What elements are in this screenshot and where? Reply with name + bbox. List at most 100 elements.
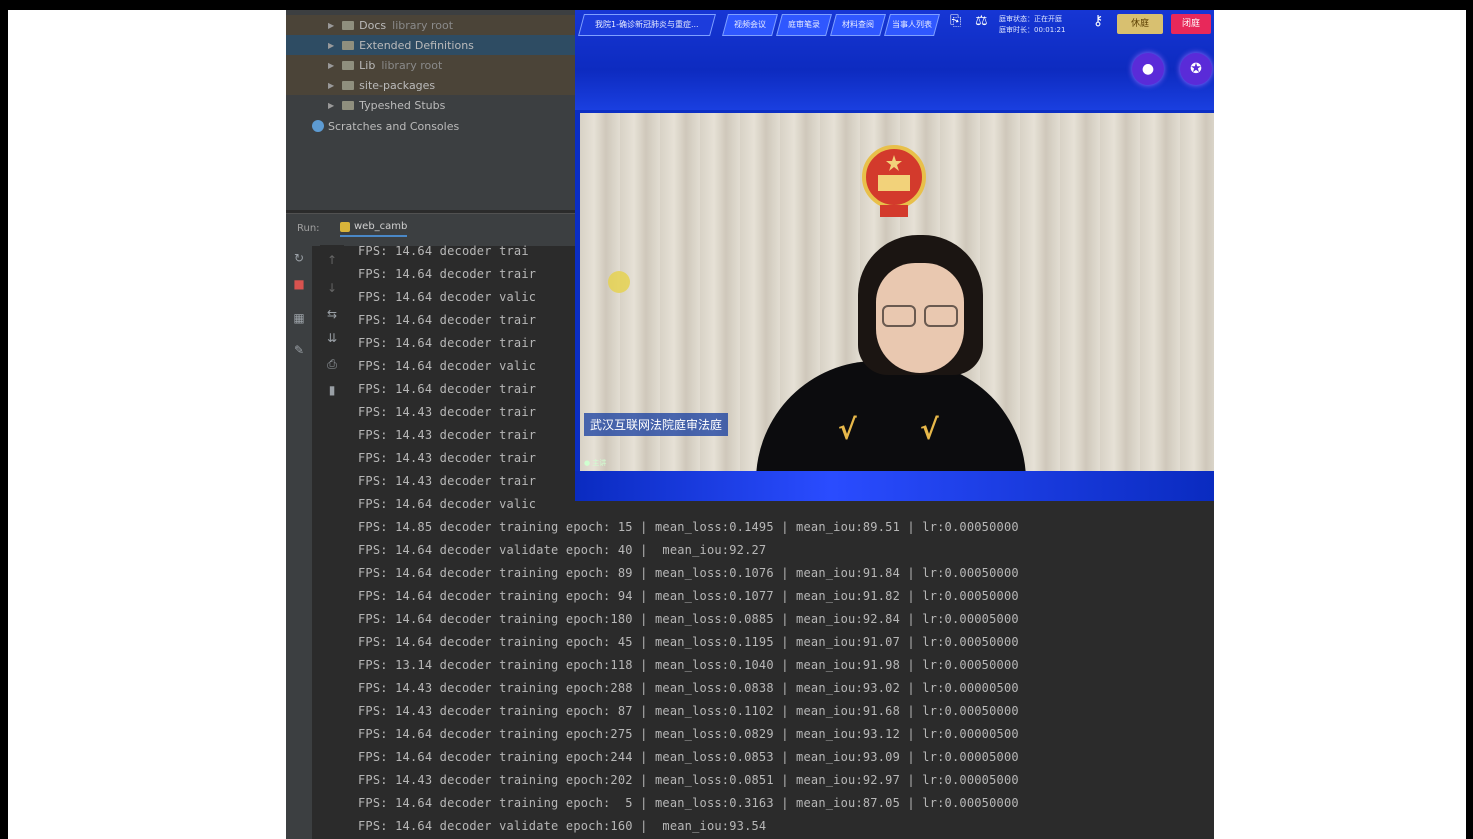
recess-button[interactable]: 休庭 — [1117, 14, 1163, 34]
case-title-button[interactable]: 我院1-确诊新冠肺炎与重症... — [578, 14, 716, 36]
sticker-icon — [608, 271, 630, 293]
console-line: FPS: 13.14 decoder training epoch:118 | … — [358, 658, 1019, 672]
python-file-icon — [340, 221, 350, 232]
glasses-left — [882, 305, 916, 327]
stop-icon[interactable]: ■ — [291, 277, 307, 291]
expand-arrow-icon[interactable]: ▶ — [328, 61, 334, 70]
video-status: ● 主讲 — [584, 459, 607, 467]
expand-arrow-icon[interactable]: ▶ — [328, 101, 334, 110]
console-line: FPS: 14.64 decoder valic — [358, 497, 537, 511]
tree-item-sublabel: library root — [381, 58, 443, 72]
project-tree: ▶ Docs library root ▶ Extended Definitio… — [286, 10, 576, 210]
tree-item-site-packages[interactable]: ▶ site-packages — [286, 75, 576, 95]
rerun-icon[interactable]: ↻ — [291, 251, 307, 265]
toolbar-button-2[interactable]: 庭审笔录 — [776, 14, 832, 36]
console-line: FPS: 14.64 decoder training epoch:244 | … — [358, 750, 1019, 764]
console-line: FPS: 14.64 decoder trai — [358, 244, 529, 258]
judge-video-feed: √ √ 武汉互联网法院庭审法庭 ● 主讲 — [580, 113, 1214, 471]
glasses-right — [924, 305, 958, 327]
collar-ornament-right: √ — [920, 413, 939, 446]
toolbar-button-label: 庭审笔录 — [788, 20, 820, 29]
tree-item-label: Lib — [359, 58, 376, 72]
console-line: FPS: 14.64 decoder training epoch: 89 | … — [358, 566, 1019, 580]
gavel-icon[interactable]: ⚖ — [975, 13, 988, 29]
run-tab[interactable]: web_camb — [340, 221, 408, 237]
badge-icon[interactable]: ✪ — [1180, 53, 1212, 85]
scroll-to-end-icon[interactable]: ⇊ — [324, 331, 340, 345]
meeting-bottom-bar — [575, 471, 1214, 501]
exit-icon[interactable]: ⎘ — [950, 13, 961, 29]
tree-item-label: Extended Definitions — [359, 38, 474, 52]
tree-item-typeshed-stubs[interactable]: ▶ Typeshed Stubs — [286, 95, 576, 115]
console-line: FPS: 14.64 decoder training epoch:180 | … — [358, 612, 1019, 626]
folder-icon — [342, 80, 355, 90]
console-line: FPS: 14.64 decoder trair — [358, 382, 537, 396]
key-icon[interactable]: ⚷ — [1093, 13, 1103, 29]
trash-icon[interactable]: ▮ — [324, 383, 340, 397]
console-line: FPS: 14.43 decoder training epoch:288 | … — [358, 681, 1019, 695]
console-line: FPS: 14.64 decoder validate epoch:160 | … — [358, 819, 767, 833]
folder-icon — [342, 20, 355, 30]
console-line: FPS: 14.43 decoder training epoch:202 | … — [358, 773, 1019, 787]
console-line: FPS: 14.64 decoder training epoch:275 | … — [358, 727, 1019, 741]
tree-item-extended-definitions[interactable]: ▶ Extended Definitions — [286, 35, 576, 55]
console-line: FPS: 14.64 decoder training epoch: 45 | … — [358, 635, 1019, 649]
tree-item-scratches[interactable]: Scratches and Consoles — [286, 116, 459, 136]
expand-arrow-icon[interactable]: ▶ — [328, 81, 334, 90]
tree-item-label: Typeshed Stubs — [359, 98, 446, 112]
console-line: FPS: 14.64 decoder trair — [358, 336, 537, 350]
tree-item-docs[interactable]: ▶ Docs library root — [286, 15, 576, 35]
console-side-toolbar: ↑ ↓ ⇆ ⇊ ⎙ ▮ — [320, 245, 344, 839]
court-status-text: 庭审状态：正在开庭 — [999, 15, 1062, 23]
soft-wrap-icon[interactable]: ⇆ — [324, 307, 340, 321]
console-line: FPS: 14.64 decoder valic — [358, 359, 537, 373]
folder-icon — [342, 40, 355, 50]
console-line: FPS: 14.64 decoder validate epoch: 40 | … — [358, 543, 767, 557]
national-emblem-icon — [862, 145, 926, 217]
run-label: Run: — [297, 223, 320, 234]
tree-item-label: site-packages — [359, 78, 436, 92]
console-line: FPS: 14.43 decoder trair — [358, 405, 537, 419]
judge-robe — [756, 361, 1026, 471]
console-line: FPS: 14.64 decoder training epoch: 5 | m… — [358, 796, 1019, 810]
arrow-up-icon[interactable]: ↑ — [324, 253, 340, 267]
expand-arrow-icon[interactable]: ▶ — [328, 21, 334, 30]
console-line: FPS: 14.43 decoder trair — [358, 474, 537, 488]
print-icon[interactable]: ⎙ — [324, 357, 340, 372]
toolbar-button-label: 材料查阅 — [842, 20, 874, 29]
toolbar-button-1[interactable]: 视频会议 — [722, 14, 778, 36]
run-tab-label: web_camb — [354, 221, 408, 232]
expand-arrow-icon[interactable]: ▶ — [328, 41, 334, 50]
case-title-label: 我院1-确诊新冠肺炎与重症... — [595, 20, 699, 29]
console-line: FPS: 14.64 decoder trair — [358, 313, 537, 327]
court-duration-text: 庭审时长：00:01:21 — [999, 26, 1066, 34]
video-caption: 武汉互联网法院庭审法庭 — [584, 413, 729, 436]
console-line: FPS: 14.43 decoder trair — [358, 451, 537, 465]
collar-ornament-left: √ — [838, 413, 857, 446]
tree-item-lib[interactable]: ▶ Lib library root — [286, 55, 576, 75]
console-line: FPS: 14.85 decoder training epoch: 15 | … — [358, 520, 1019, 534]
console-line: FPS: 14.64 decoder training epoch: 94 | … — [358, 589, 1019, 603]
toolbar-button-4[interactable]: 当事人列表 — [884, 14, 940, 36]
pin-icon[interactable]: ✎ — [291, 343, 307, 357]
arrow-down-icon[interactable]: ↓ — [324, 281, 340, 295]
console-line: FPS: 14.64 decoder trair — [358, 267, 537, 281]
console-line: FPS: 14.43 decoder trair — [358, 428, 537, 442]
toolbar-button-3[interactable]: 材料查阅 — [830, 14, 886, 36]
tree-item-label: Scratches and Consoles — [328, 119, 460, 133]
scratches-icon — [312, 120, 324, 132]
folder-icon — [342, 100, 355, 110]
microphone-icon[interactable]: ● — [1132, 53, 1164, 85]
meeting-toolbar: 我院1-确诊新冠肺炎与重症... 视频会议 庭审笔录 材料查阅 当事人列表 ⎘ … — [575, 10, 1214, 110]
court-video-window: 我院1-确诊新冠肺炎与重症... 视频会议 庭审笔录 材料查阅 当事人列表 ⎘ … — [575, 10, 1214, 501]
tree-item-label: Docs — [359, 18, 387, 32]
run-left-toolbar: ↻ ■ ▦ ✎ — [286, 245, 312, 839]
toolbar-button-label: 视频会议 — [734, 20, 766, 29]
console-line: FPS: 14.43 decoder training epoch: 87 | … — [358, 704, 1019, 718]
toolbar-button-label: 当事人列表 — [892, 20, 932, 29]
close-court-button[interactable]: 闭庭 — [1171, 14, 1211, 34]
folder-icon — [342, 60, 355, 70]
console-line: FPS: 14.64 decoder valic — [358, 290, 537, 304]
layout-icon[interactable]: ▦ — [291, 311, 307, 325]
tree-item-sublabel: library root — [392, 18, 454, 32]
